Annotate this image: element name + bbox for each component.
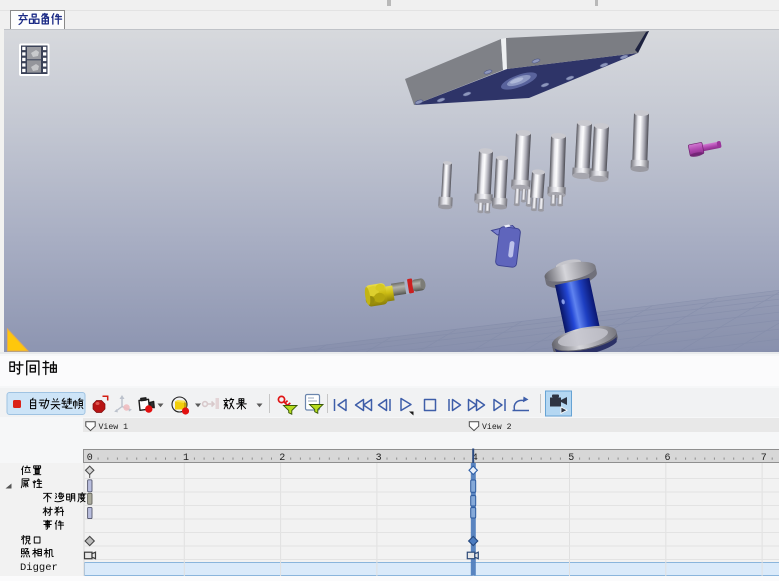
svg-text:2: 2	[279, 453, 285, 464]
svg-text:Digger: Digger	[20, 562, 58, 574]
svg-text:View 2: View 2	[482, 422, 512, 432]
svg-text:3: 3	[376, 453, 382, 464]
svg-text:5: 5	[568, 453, 574, 464]
svg-text:1: 1	[183, 453, 189, 464]
svg-text:0: 0	[87, 453, 93, 464]
svg-text:View 1: View 1	[99, 422, 129, 432]
svg-text:7: 7	[761, 453, 767, 464]
svg-text:6: 6	[665, 453, 671, 464]
